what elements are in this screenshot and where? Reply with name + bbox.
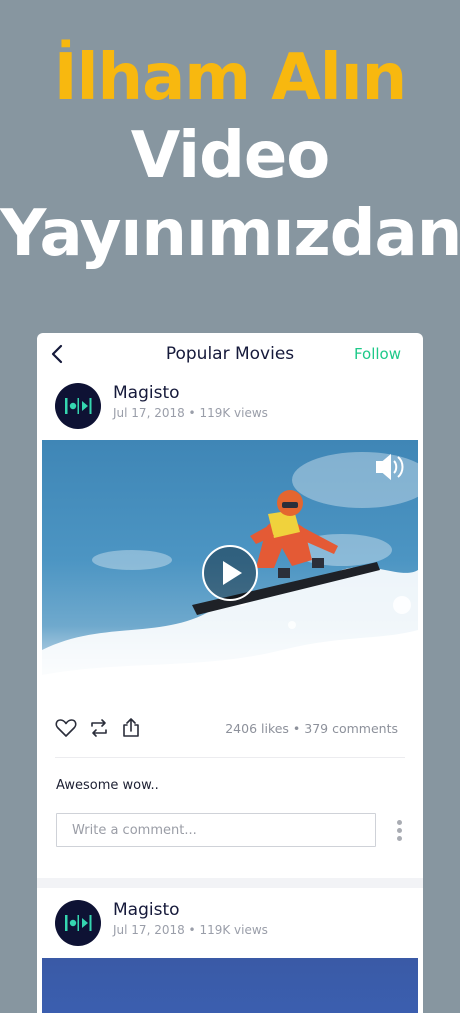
- more-options-icon[interactable]: [393, 818, 407, 844]
- app-screen: Popular Movies Follow Magisto Jul 17, 20…: [37, 333, 423, 1013]
- top-nav-bar: Popular Movies Follow: [37, 333, 423, 375]
- headline-line-1: İlham Alın: [53, 41, 407, 115]
- comment-input[interactable]: [57, 814, 375, 846]
- post-actions: 2406 likes • 379 comments: [37, 716, 423, 746]
- post-meta: Jul 17, 2018 • 119K views: [113, 406, 268, 420]
- author-name[interactable]: Magisto: [113, 900, 180, 920]
- avatar[interactable]: [55, 900, 101, 946]
- post-separator: [37, 878, 423, 888]
- follow-button[interactable]: Follow: [354, 345, 401, 363]
- headline-line-2: Video: [130, 119, 331, 193]
- post-caption: Awesome wow..: [56, 778, 159, 793]
- video-player[interactable]: [42, 958, 418, 1013]
- repost-icon[interactable]: [87, 716, 111, 740]
- post-meta: Jul 17, 2018 • 119K views: [113, 923, 268, 937]
- magisto-logo-icon: [65, 398, 92, 414]
- video-player[interactable]: [42, 440, 418, 706]
- headline-line-3: Yayınımızdan: [0, 197, 460, 271]
- author-name[interactable]: Magisto: [113, 383, 180, 403]
- magisto-logo-icon: [65, 915, 92, 931]
- post-header: Magisto Jul 17, 2018 • 119K views: [37, 383, 423, 443]
- likes-comments-count[interactable]: 2406 likes • 379 comments: [225, 721, 398, 736]
- post-header: Magisto Jul 17, 2018 • 119K views: [37, 900, 423, 960]
- divider: [55, 757, 405, 758]
- comment-field[interactable]: [56, 813, 376, 847]
- clouds: [92, 452, 418, 570]
- play-button[interactable]: [202, 545, 258, 601]
- share-icon[interactable]: [119, 716, 143, 740]
- avatar[interactable]: [55, 383, 101, 429]
- heart-icon[interactable]: [54, 716, 78, 740]
